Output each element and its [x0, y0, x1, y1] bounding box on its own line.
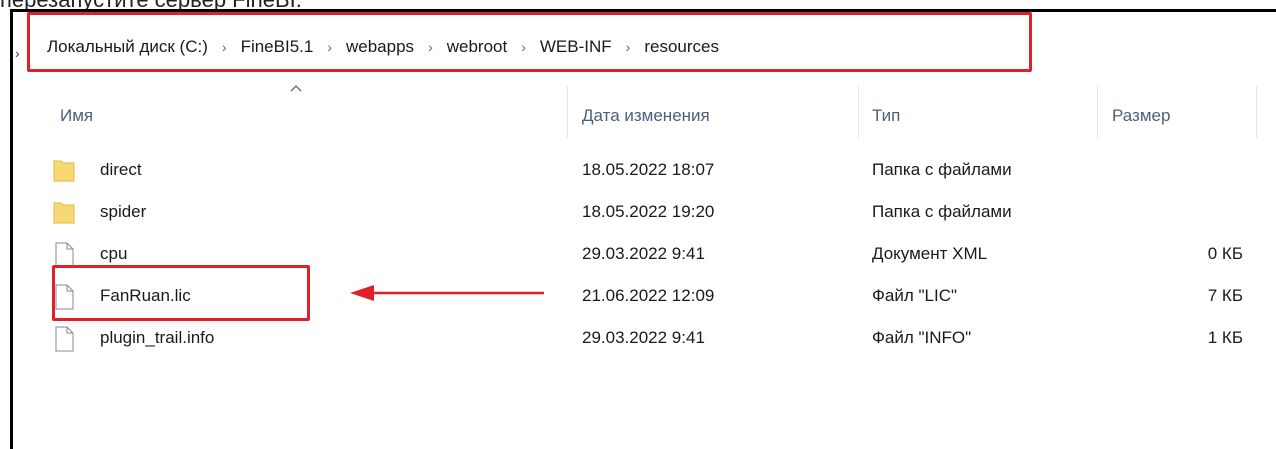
arrow-left-icon: [350, 283, 546, 308]
file-size: 1 КБ: [1207, 328, 1243, 347]
file-type: Папка с файлами: [872, 202, 1012, 221]
chevron-right-icon[interactable]: ›: [15, 45, 20, 61]
file-row-direct[interactable]: direct 18.05.2022 18:07 Папка с файлами: [13, 158, 1276, 184]
file-name[interactable]: direct: [100, 160, 142, 180]
file-icon: [53, 326, 75, 352]
folder-icon: [53, 158, 75, 182]
file-row-spider[interactable]: spider 18.05.2022 19:20 Папка с файлами: [13, 200, 1276, 226]
file-type: Папка с файлами: [872, 160, 1012, 179]
column-divider[interactable]: [858, 86, 859, 138]
sort-up-icon: [289, 80, 303, 98]
column-divider[interactable]: [1097, 86, 1098, 138]
highlight-box-breadcrumb: [27, 12, 1032, 72]
file-date: 21.06.2022 12:09: [582, 286, 715, 305]
file-type: Файл "INFO": [872, 328, 972, 347]
file-type: Файл "LIC": [872, 286, 958, 305]
column-header-name[interactable]: Имя: [60, 106, 93, 126]
file-date: 18.05.2022 18:07: [582, 160, 715, 179]
column-divider[interactable]: [1256, 86, 1257, 138]
column-header-row: Имя Дата изменения Тип Размер: [13, 82, 1276, 142]
file-row-plugin-trail[interactable]: plugin_trail.info 29.03.2022 9:41 Файл "…: [13, 326, 1276, 352]
file-name[interactable]: plugin_trail.info: [100, 328, 214, 348]
file-date: 18.05.2022 19:20: [582, 202, 715, 221]
highlight-box-file: [52, 265, 310, 321]
file-date: 29.03.2022 9:41: [582, 244, 705, 263]
column-header-date[interactable]: Дата изменения: [582, 106, 710, 126]
file-date: 29.03.2022 9:41: [582, 328, 705, 347]
column-header-type[interactable]: Тип: [872, 106, 900, 126]
file-icon: [53, 242, 75, 268]
column-divider[interactable]: [567, 86, 568, 138]
file-size: 7 КБ: [1207, 286, 1243, 305]
file-size: 0 КБ: [1207, 244, 1243, 263]
file-name[interactable]: spider: [100, 202, 146, 222]
file-type: Документ XML: [872, 244, 988, 263]
file-name[interactable]: cpu: [100, 244, 127, 264]
folder-icon: [53, 200, 75, 224]
column-header-size[interactable]: Размер: [1112, 106, 1170, 126]
